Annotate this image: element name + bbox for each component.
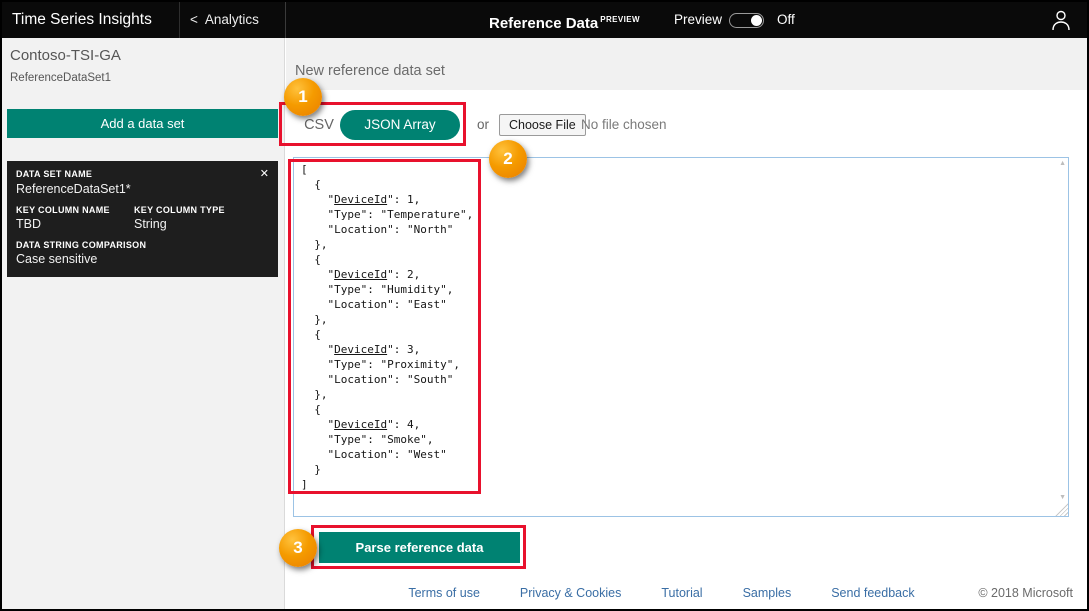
annotation-step-badge-3: 3 bbox=[279, 529, 317, 567]
or-label: or bbox=[477, 110, 489, 140]
main-content: New reference data set CSV JSON Array or… bbox=[286, 38, 1087, 609]
choose-file-button[interactable]: Choose File bbox=[499, 114, 586, 136]
footer-link-samples[interactable]: Samples bbox=[743, 586, 792, 600]
scrollbar-down-icon[interactable]: ▼ bbox=[1059, 494, 1066, 501]
footer-link-send-feedback[interactable]: Send feedback bbox=[831, 586, 914, 600]
key-column-name-value: TBD bbox=[16, 217, 134, 231]
close-icon[interactable]: ✕ bbox=[260, 169, 269, 180]
key-column-name-label: KEY COLUMN NAME bbox=[16, 205, 134, 215]
preview-superscript: PREVIEW bbox=[600, 15, 640, 24]
key-column-type-label: KEY COLUMN TYPE bbox=[134, 205, 225, 215]
preview-state-label: Off bbox=[777, 2, 795, 38]
app-frame: Time Series Insights < Analytics Referenc… bbox=[0, 0, 1089, 611]
topbar-divider bbox=[285, 2, 286, 38]
dataset-info-panel: DATA SET NAME ✕ ReferenceDataSet1* KEY C… bbox=[7, 161, 278, 277]
add-dataset-button[interactable]: Add a data set bbox=[7, 109, 278, 138]
user-avatar-icon[interactable] bbox=[1051, 9, 1071, 31]
annotation-step-badge-1: 1 bbox=[284, 78, 322, 116]
key-column-type-value: String bbox=[134, 217, 225, 231]
dataset-name-label: DATA SET NAME bbox=[16, 169, 92, 179]
back-label: Analytics bbox=[205, 12, 259, 27]
preview-label: Preview bbox=[674, 2, 722, 38]
dataset-subtitle: ReferenceDataSet1 bbox=[10, 72, 111, 84]
preview-toggle[interactable] bbox=[729, 13, 764, 28]
page-heading: New reference data set bbox=[295, 63, 445, 79]
footer-link-privacy-cookies[interactable]: Privacy & Cookies bbox=[520, 586, 621, 600]
topbar-divider bbox=[179, 2, 180, 38]
annotation-step-badge-2: 2 bbox=[489, 140, 527, 178]
sidebar: Contoso-TSI-GA ReferenceDataSet1 Add a d… bbox=[2, 38, 285, 609]
parse-reference-data-button[interactable]: Parse reference data bbox=[319, 532, 520, 563]
string-comparison-label: DATA STRING COMPARISON bbox=[16, 240, 269, 250]
footer-link-tutorial[interactable]: Tutorial bbox=[661, 586, 702, 600]
page-title-text: Reference Data bbox=[489, 15, 598, 32]
top-bar: Time Series Insights < Analytics Referenc… bbox=[2, 2, 1087, 38]
string-comparison-value: Case sensitive bbox=[16, 252, 269, 266]
file-status-text: No file chosen bbox=[581, 110, 667, 140]
dataset-name-value: ReferenceDataSet1* bbox=[16, 182, 269, 196]
json-array-format-button[interactable]: JSON Array bbox=[340, 110, 460, 140]
footer-link-terms-of-use[interactable]: Terms of use bbox=[408, 586, 480, 600]
back-to-analytics-link[interactable]: < Analytics bbox=[190, 2, 259, 38]
footer-links: Terms of use Privacy & Cookies Tutorial … bbox=[316, 586, 1007, 600]
resize-handle[interactable] bbox=[1055, 503, 1068, 516]
chevron-left-icon: < bbox=[190, 2, 198, 38]
scrollbar-up-icon[interactable]: ▲ bbox=[1059, 160, 1066, 167]
environment-name: Contoso-TSI-GA bbox=[10, 47, 121, 64]
json-input-area[interactable]: [ { "DeviceId": 1, "Type": "Temperature"… bbox=[293, 157, 1069, 517]
toggle-knob-icon bbox=[751, 15, 762, 26]
app-title: Time Series Insights bbox=[12, 2, 152, 38]
json-editor-content: [ { "DeviceId": 1, "Type": "Temperature"… bbox=[301, 162, 473, 492]
copyright-text: © 2018 Microsoft bbox=[978, 586, 1073, 600]
page-title: Reference DataPREVIEW bbox=[489, 2, 640, 42]
